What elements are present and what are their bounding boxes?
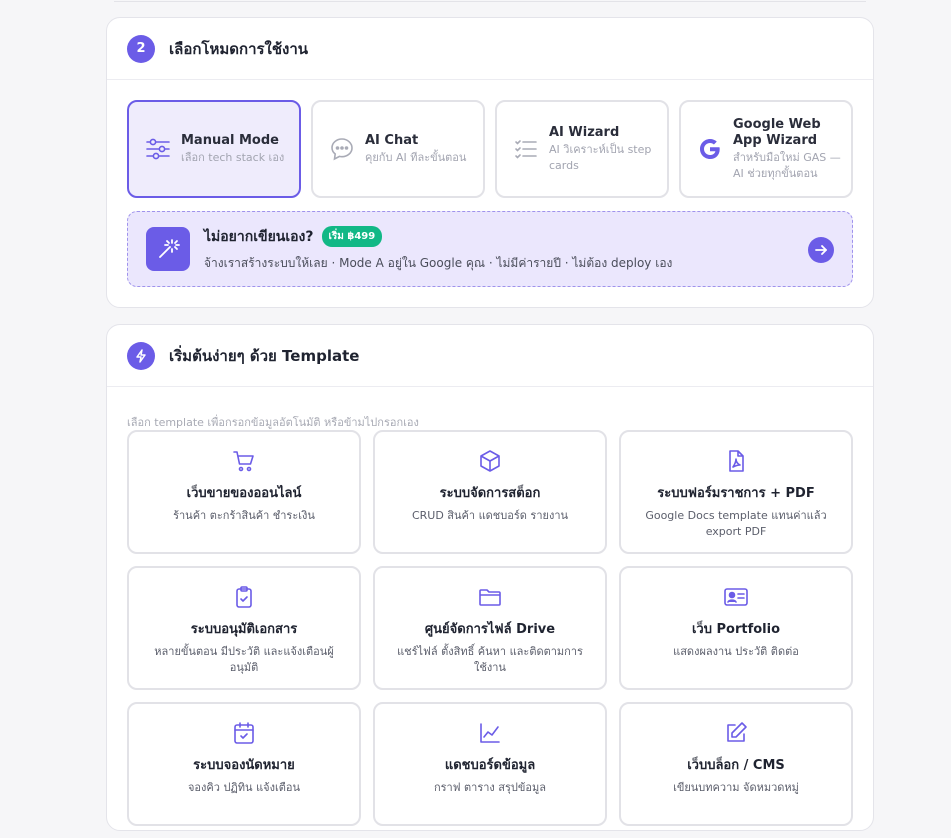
template-title: ระบบจัดการสต็อก [439,486,541,501]
template-title: เว็บ Portfolio [691,622,781,637]
mode-option-ai-wizard[interactable]: AI Wizard AI วิเคราะห์เป็น step cards [495,100,669,198]
mode-title: AI Chat [365,132,419,148]
template-description: หลายขั้นตอน มีประวัติ และแจ้งเตือนผู้อนุ… [154,645,334,674]
template-gov-form-pdf[interactable]: ระบบฟอร์มราชการ + PDF Google Docs templa… [619,430,853,554]
template-booking[interactable]: ระบบจองนัดหมาย จองคิว ปฏิทิน แจ้งเตือน [127,702,361,826]
mode-title: AI Wizard [549,124,620,140]
hire-service-banner[interactable]: ไม่อยากเขียนเอง? เริ่ม ฿499 จ้างเราสร้าง… [127,211,853,287]
template-description: จองคิว ปฏิทิน แจ้งเตือน [187,781,301,794]
line-chart-icon [477,720,503,746]
sliders-icon [143,134,173,164]
folder-icon [477,584,503,610]
price-badge: เริ่ม ฿499 [321,226,383,247]
template-title: เว็บขายของออนไลน์ [186,486,302,501]
mode-option-manual[interactable]: Manual Mode เลือก tech stack เอง [127,100,301,198]
calendar-check-icon [231,720,257,746]
magic-wand-icon [146,227,190,271]
step-number-badge: 2 [127,34,155,63]
template-title: เว็บบล็อก / CMS [687,758,785,773]
template-description: แชร์ไฟล์ ตั้งสิทธิ์ ค้นหา และติดตามการใช… [397,645,583,674]
template-description: Google Docs template แทนค่าแล้ว export P… [645,509,827,538]
template-title: ระบบอนุมัติเอกสาร [190,622,298,637]
promo-title: ไม่อยากเขียนเอง? [204,228,314,245]
template-approval[interactable]: ระบบอนุมัติเอกสาร หลายขั้นตอน มีประวัติ … [127,566,361,690]
mode-option-google-web-app[interactable]: Google Web App Wizard สำหรับมือใหม่ GAS … [679,100,853,198]
template-dashboard[interactable]: แดชบอร์ดข้อมูล กราฟ ตาราง สรุปข้อมูล [373,702,607,826]
mode-section-header: 2 เลือกโหมดการใช้งาน [107,18,873,80]
template-grid: เว็บขายของออนไลน์ ร้านค้า ตะกร้าสินค้า ช… [127,430,853,826]
template-card: เริ่มต้นง่ายๆ ด้วย Template เลือก templa… [106,324,874,831]
template-description: CRUD สินค้า แดชบอร์ด รายงาน [411,509,569,522]
template-title: แดชบอร์ดข้อมูล [444,758,536,773]
template-hint: เลือก template เพื่อกรอกข้อมูลอัตโนมัติ … [127,416,419,429]
mode-section-title: เลือกโหมดการใช้งาน [169,39,309,58]
mode-title: Manual Mode [181,132,279,148]
chat-bubble-icon [327,134,357,164]
template-description: เขียนบทความ จัดหมวดหมู่ [673,781,799,794]
template-title: ศูนย์จัดการไฟล์ Drive [424,622,556,637]
template-portfolio[interactable]: เว็บ Portfolio แสดงผลงาน ประวัติ ติดต่อ [619,566,853,690]
google-g-icon [695,134,725,164]
template-title: ระบบฟอร์มราชการ + PDF [657,486,815,501]
edit-icon [723,720,749,746]
checklist-icon [511,134,541,164]
arrow-right-icon[interactable] [808,237,834,263]
mode-description: AI วิเคราะห์เป็น step cards [549,142,652,172]
mode-selection-card: 2 เลือกโหมดการใช้งาน Manual Mode เลือก t… [106,17,874,308]
template-drive-files[interactable]: ศูนย์จัดการไฟล์ Drive แชร์ไฟล์ ตั้งสิทธิ… [373,566,607,690]
previous-section-edge [114,0,866,2]
mode-options: Manual Mode เลือก tech stack เอง AI Chat… [127,100,853,198]
template-stock[interactable]: ระบบจัดการสต็อก CRUD สินค้า แดชบอร์ด ราย… [373,430,607,554]
mode-description: คุยกับ AI ทีละขั้นตอน [365,150,467,164]
template-section-header: เริ่มต้นง่ายๆ ด้วย Template [107,325,873,387]
template-section-title: เริ่มต้นง่ายๆ ด้วย Template [169,346,360,365]
template-description: กราฟ ตาราง สรุปข้อมูล [433,781,547,794]
template-blog-cms[interactable]: เว็บบล็อก / CMS เขียนบทความ จัดหมวดหมู่ [619,702,853,826]
mode-title: Google Web App Wizard [733,116,821,148]
lightning-icon [127,341,155,370]
promo-description: จ้างเราสร้างระบบให้เลย · Mode A อยู่ใน G… [204,255,673,270]
template-description: ร้านค้า ตะกร้าสินค้า ชำระเงิน [173,509,315,522]
template-title: ระบบจองนัดหมาย [193,758,295,773]
template-description: แสดงผลงาน ประวัติ ติดต่อ [673,645,799,658]
clipboard-check-icon [231,584,257,610]
pdf-file-icon [723,448,749,474]
mode-description: สำหรับมือใหม่ GAS — AI ช่วยทุกขั้นตอน [733,150,841,180]
id-card-icon [723,584,749,610]
cart-icon [231,448,257,474]
mode-description: เลือก tech stack เอง [181,150,285,164]
template-ecommerce[interactable]: เว็บขายของออนไลน์ ร้านค้า ตะกร้าสินค้า ช… [127,430,361,554]
box-icon [477,448,503,474]
mode-option-ai-chat[interactable]: AI Chat คุยกับ AI ทีละขั้นตอน [311,100,485,198]
